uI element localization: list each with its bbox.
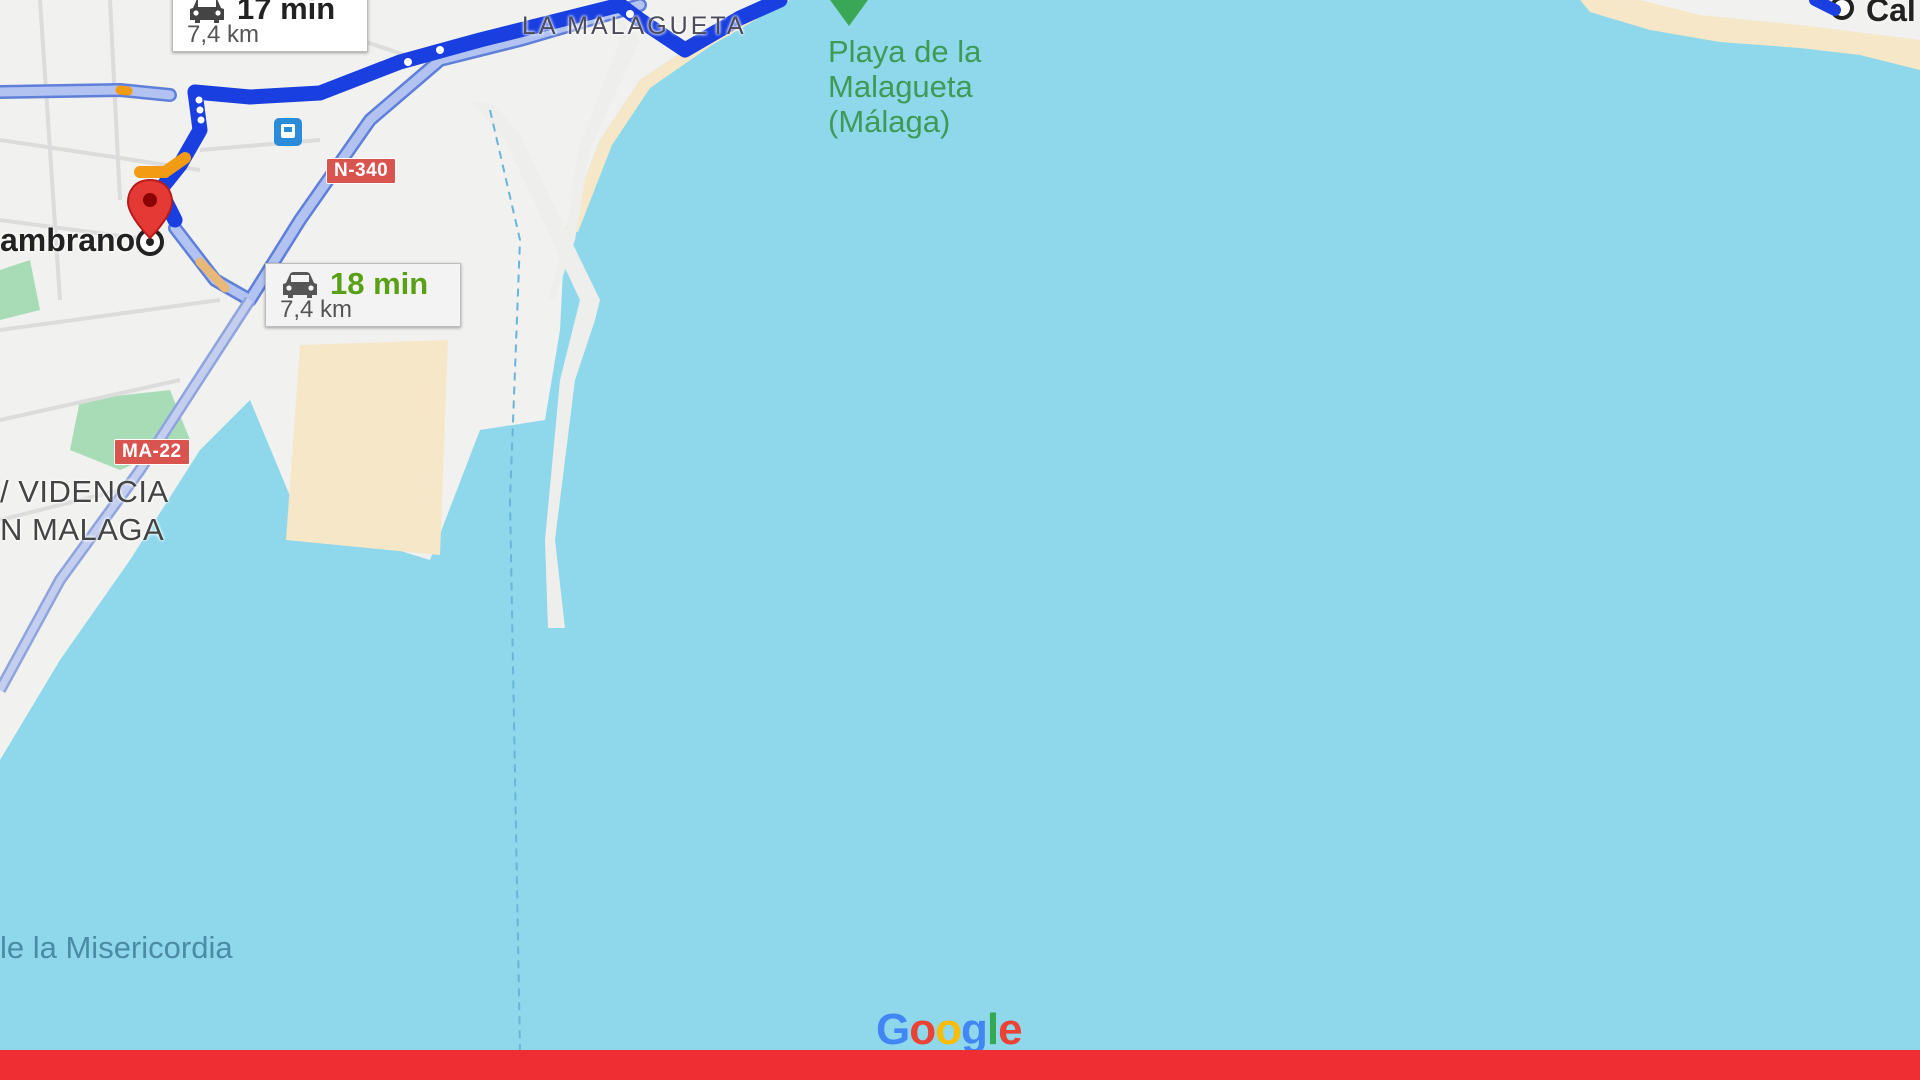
top-right-label: Cal xyxy=(1866,0,1916,28)
place-label[interactable]: Playa de la Malagueta (Málaga) xyxy=(828,34,981,139)
origin-label: ambrano xyxy=(0,222,136,258)
place-label-line: Playa de la xyxy=(828,34,982,69)
route-card-alternate[interactable]: 18 min 7,4 km xyxy=(265,263,461,327)
google-logo: Google xyxy=(876,1005,1023,1054)
district-label: / VIDENCIA N MALAGA xyxy=(0,473,169,549)
bottom-bar xyxy=(0,1050,1920,1080)
beach-label: le la Misericordia xyxy=(0,930,233,965)
alt-traffic xyxy=(115,85,133,96)
place-label-line: Malagueta xyxy=(828,69,973,104)
district-label-line: N MALAGA xyxy=(0,512,165,547)
district-label-line: / VIDENCIA xyxy=(0,474,169,509)
neighborhood-label: LA MALAGUETA xyxy=(522,12,747,40)
route-card-primary[interactable]: 17 min 7,4 km xyxy=(172,0,368,52)
train-station-icon[interactable] xyxy=(274,118,302,146)
place-label-line: (Málaga) xyxy=(828,104,951,139)
map-canvas[interactable] xyxy=(0,0,1920,1050)
road-shield-n340: N-340 xyxy=(326,158,397,184)
car-icon xyxy=(283,272,317,298)
port-quay xyxy=(286,340,448,555)
road-shield-ma22: MA-22 xyxy=(114,439,190,465)
